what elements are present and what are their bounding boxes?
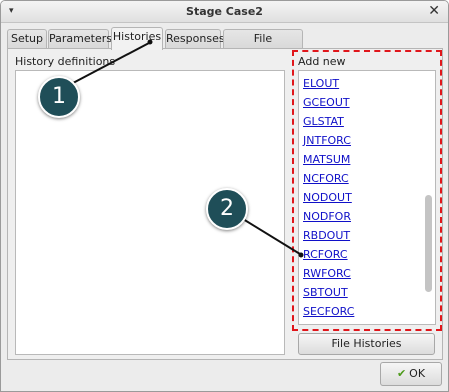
window-title: Stage Case2 — [186, 5, 263, 18]
add-new-highlight-box — [292, 50, 442, 331]
ok-button[interactable]: ✔ OK — [380, 362, 442, 386]
tab-setup[interactable]: Setup — [7, 29, 47, 49]
close-icon[interactable]: ✕ — [428, 3, 440, 19]
tab-parameters[interactable]: Parameters — [48, 29, 112, 49]
tab-responses[interactable]: Responses — [165, 29, 225, 49]
tab-histories[interactable]: Histories — [111, 27, 163, 50]
callout-marker-2: 2 — [206, 188, 248, 230]
tab-file-operations[interactable]: File Operations — [223, 29, 303, 63]
checkmark-icon: ✔ — [396, 367, 407, 380]
ok-label: OK — [409, 367, 426, 380]
callout-marker-1: 1 — [38, 76, 80, 118]
title-bar: ▾ Stage Case2 ✕ — [1, 1, 448, 23]
history-definitions-label: History definitions — [15, 55, 116, 68]
stage-case-dialog: ▾ Stage Case2 ✕ Setup Parameters Histori… — [0, 0, 449, 392]
file-histories-button[interactable]: File Histories — [298, 333, 435, 355]
